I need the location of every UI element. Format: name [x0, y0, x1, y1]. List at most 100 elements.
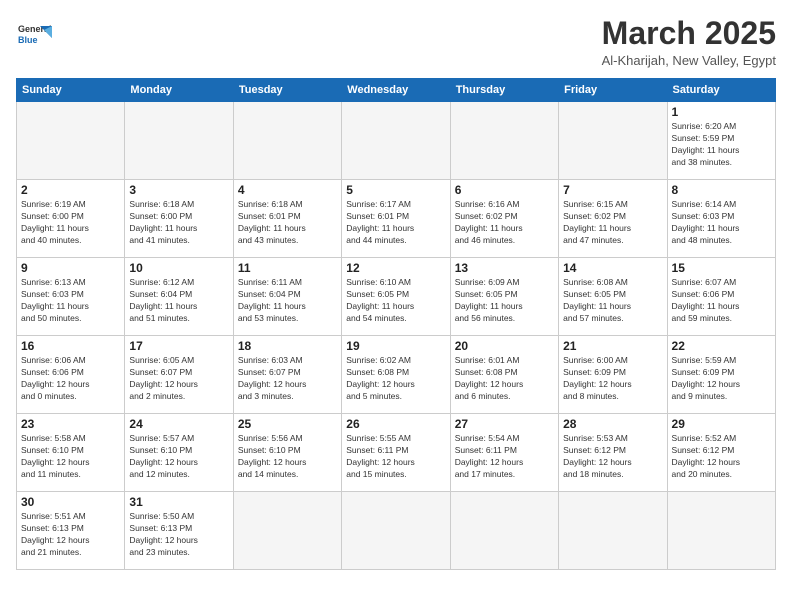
weekday-header-friday: Friday: [559, 79, 667, 102]
page: General Blue March 2025 Al-Kharijah, New…: [0, 0, 792, 612]
day-cell: 17Sunrise: 6:05 AM Sunset: 6:07 PM Dayli…: [125, 336, 233, 414]
weekday-header-sunday: Sunday: [17, 79, 125, 102]
weekday-header-saturday: Saturday: [667, 79, 775, 102]
day-number: 28: [563, 417, 662, 431]
day-cell: 26Sunrise: 5:55 AM Sunset: 6:11 PM Dayli…: [342, 414, 450, 492]
day-cell: [450, 102, 558, 180]
day-cell: 13 Sunrise: 6:09 AM Sunset: 6:05 PM Dayli…: [450, 258, 558, 336]
day-cell: 29 Sunrise: 5:52 AM Sunset: 6:12 PM Dayli…: [667, 414, 775, 492]
day-cell: [667, 492, 775, 570]
day-info: Sunrise: 6:01 AM Sunset: 6:08 PM Dayligh…: [455, 355, 554, 403]
day-info: Sunrise: 5:56 AM Sunset: 6:10 PM Dayligh…: [238, 433, 337, 481]
day-number: 25: [238, 417, 337, 431]
day-info: Sunrise: 5:59 AM Sunset: 6:09 PM Dayligh…: [672, 355, 771, 403]
day-number: 14: [563, 261, 662, 275]
day-number: 31: [129, 495, 228, 509]
day-number: 18: [238, 339, 337, 353]
day-number: 13: [455, 261, 554, 275]
svg-text:Blue: Blue: [18, 35, 38, 45]
day-cell: 14 Sunrise: 6:08 AM Sunset: 6:05 PM Dayli…: [559, 258, 667, 336]
day-number: 12: [346, 261, 445, 275]
day-cell: 7 Sunrise: 6:15 AM Sunset: 6:02 PM Daylig…: [559, 180, 667, 258]
day-number: 3: [129, 183, 228, 197]
weekday-header-thursday: Thursday: [450, 79, 558, 102]
day-number: 5: [346, 183, 445, 197]
day-number: 9: [21, 261, 120, 275]
calendar-header: SundayMondayTuesdayWednesdayThursdayFrid…: [17, 79, 776, 102]
month-title: March 2025: [602, 16, 776, 51]
day-number: 16: [21, 339, 120, 353]
day-info: Sunrise: 5:52 AM Sunset: 6:12 PM Dayligh…: [672, 433, 771, 481]
day-cell: 25 Sunrise: 5:56 AM Sunset: 6:10 PM Dayli…: [233, 414, 341, 492]
week-row-4: 16Sunrise: 6:06 AM Sunset: 6:06 PM Dayli…: [17, 336, 776, 414]
day-cell: [233, 102, 341, 180]
week-row-2: 2Sunrise: 6:19 AM Sunset: 6:00 PM Daylig…: [17, 180, 776, 258]
day-info: Sunrise: 5:50 AM Sunset: 6:13 PM Dayligh…: [129, 511, 228, 559]
day-info: Sunrise: 6:19 AM Sunset: 6:00 PM Dayligh…: [21, 199, 120, 247]
day-number: 23: [21, 417, 120, 431]
day-info: Sunrise: 6:15 AM Sunset: 6:02 PM Dayligh…: [563, 199, 662, 247]
day-cell: [342, 492, 450, 570]
day-info: Sunrise: 5:53 AM Sunset: 6:12 PM Dayligh…: [563, 433, 662, 481]
day-info: Sunrise: 5:57 AM Sunset: 6:10 PM Dayligh…: [129, 433, 228, 481]
week-row-1: 1 Sunrise: 6:20 AM Sunset: 5:59 PM Daylig…: [17, 102, 776, 180]
day-info: Sunrise: 6:07 AM Sunset: 6:06 PM Dayligh…: [672, 277, 771, 325]
title-block: March 2025 Al-Kharijah, New Valley, Egyp…: [602, 16, 776, 68]
day-info: Sunrise: 6:12 AM Sunset: 6:04 PM Dayligh…: [129, 277, 228, 325]
week-row-5: 23 Sunrise: 5:58 AM Sunset: 6:10 PM Dayli…: [17, 414, 776, 492]
day-info: Sunrise: 6:08 AM Sunset: 6:05 PM Dayligh…: [563, 277, 662, 325]
day-info: Sunrise: 6:20 AM Sunset: 5:59 PM Dayligh…: [672, 121, 771, 169]
day-info: Sunrise: 6:03 AM Sunset: 6:07 PM Dayligh…: [238, 355, 337, 403]
day-cell: [450, 492, 558, 570]
day-cell: 23 Sunrise: 5:58 AM Sunset: 6:10 PM Dayli…: [17, 414, 125, 492]
day-cell: 2Sunrise: 6:19 AM Sunset: 6:00 PM Daylig…: [17, 180, 125, 258]
day-number: 19: [346, 339, 445, 353]
week-row-6: 30Sunrise: 5:51 AM Sunset: 6:13 PM Dayli…: [17, 492, 776, 570]
day-cell: 4Sunrise: 6:18 AM Sunset: 6:01 PM Daylig…: [233, 180, 341, 258]
day-cell: 27Sunrise: 5:54 AM Sunset: 6:11 PM Dayli…: [450, 414, 558, 492]
day-number: 7: [563, 183, 662, 197]
weekday-header-wednesday: Wednesday: [342, 79, 450, 102]
day-info: Sunrise: 6:11 AM Sunset: 6:04 PM Dayligh…: [238, 277, 337, 325]
day-number: 11: [238, 261, 337, 275]
subtitle: Al-Kharijah, New Valley, Egypt: [602, 53, 776, 68]
day-cell: 3 Sunrise: 6:18 AM Sunset: 6:00 PM Daylig…: [125, 180, 233, 258]
logo-icon: General Blue: [16, 16, 52, 52]
day-cell: 18 Sunrise: 6:03 AM Sunset: 6:07 PM Dayli…: [233, 336, 341, 414]
day-number: 24: [129, 417, 228, 431]
day-cell: 19 Sunrise: 6:02 AM Sunset: 6:08 PM Dayli…: [342, 336, 450, 414]
weekday-header-monday: Monday: [125, 79, 233, 102]
day-cell: 5Sunrise: 6:17 AM Sunset: 6:01 PM Daylig…: [342, 180, 450, 258]
day-info: Sunrise: 6:00 AM Sunset: 6:09 PM Dayligh…: [563, 355, 662, 403]
week-row-3: 9 Sunrise: 6:13 AM Sunset: 6:03 PM Daylig…: [17, 258, 776, 336]
day-info: Sunrise: 6:18 AM Sunset: 6:00 PM Dayligh…: [129, 199, 228, 247]
day-info: Sunrise: 5:58 AM Sunset: 6:10 PM Dayligh…: [21, 433, 120, 481]
day-cell: 11 Sunrise: 6:11 AM Sunset: 6:04 PM Dayli…: [233, 258, 341, 336]
day-info: Sunrise: 6:13 AM Sunset: 6:03 PM Dayligh…: [21, 277, 120, 325]
day-number: 15: [672, 261, 771, 275]
header: General Blue March 2025 Al-Kharijah, New…: [16, 16, 776, 68]
day-info: Sunrise: 6:14 AM Sunset: 6:03 PM Dayligh…: [672, 199, 771, 247]
day-cell: 10 Sunrise: 6:12 AM Sunset: 6:04 PM Dayli…: [125, 258, 233, 336]
day-info: Sunrise: 6:10 AM Sunset: 6:05 PM Dayligh…: [346, 277, 445, 325]
day-number: 29: [672, 417, 771, 431]
day-cell: 16Sunrise: 6:06 AM Sunset: 6:06 PM Dayli…: [17, 336, 125, 414]
day-number: 27: [455, 417, 554, 431]
day-cell: [342, 102, 450, 180]
day-info: Sunrise: 6:16 AM Sunset: 6:02 PM Dayligh…: [455, 199, 554, 247]
day-number: 17: [129, 339, 228, 353]
day-info: Sunrise: 6:18 AM Sunset: 6:01 PM Dayligh…: [238, 199, 337, 247]
day-cell: 6Sunrise: 6:16 AM Sunset: 6:02 PM Daylig…: [450, 180, 558, 258]
day-info: Sunrise: 6:02 AM Sunset: 6:08 PM Dayligh…: [346, 355, 445, 403]
day-info: Sunrise: 6:09 AM Sunset: 6:05 PM Dayligh…: [455, 277, 554, 325]
day-cell: [233, 492, 341, 570]
day-number: 8: [672, 183, 771, 197]
day-cell: 31 Sunrise: 5:50 AM Sunset: 6:13 PM Dayli…: [125, 492, 233, 570]
day-number: 22: [672, 339, 771, 353]
day-number: 10: [129, 261, 228, 275]
day-cell: 9 Sunrise: 6:13 AM Sunset: 6:03 PM Daylig…: [17, 258, 125, 336]
day-cell: 30Sunrise: 5:51 AM Sunset: 6:13 PM Dayli…: [17, 492, 125, 570]
logo: General Blue: [16, 16, 52, 52]
day-number: 1: [672, 105, 771, 119]
day-cell: 12 Sunrise: 6:10 AM Sunset: 6:05 PM Dayli…: [342, 258, 450, 336]
